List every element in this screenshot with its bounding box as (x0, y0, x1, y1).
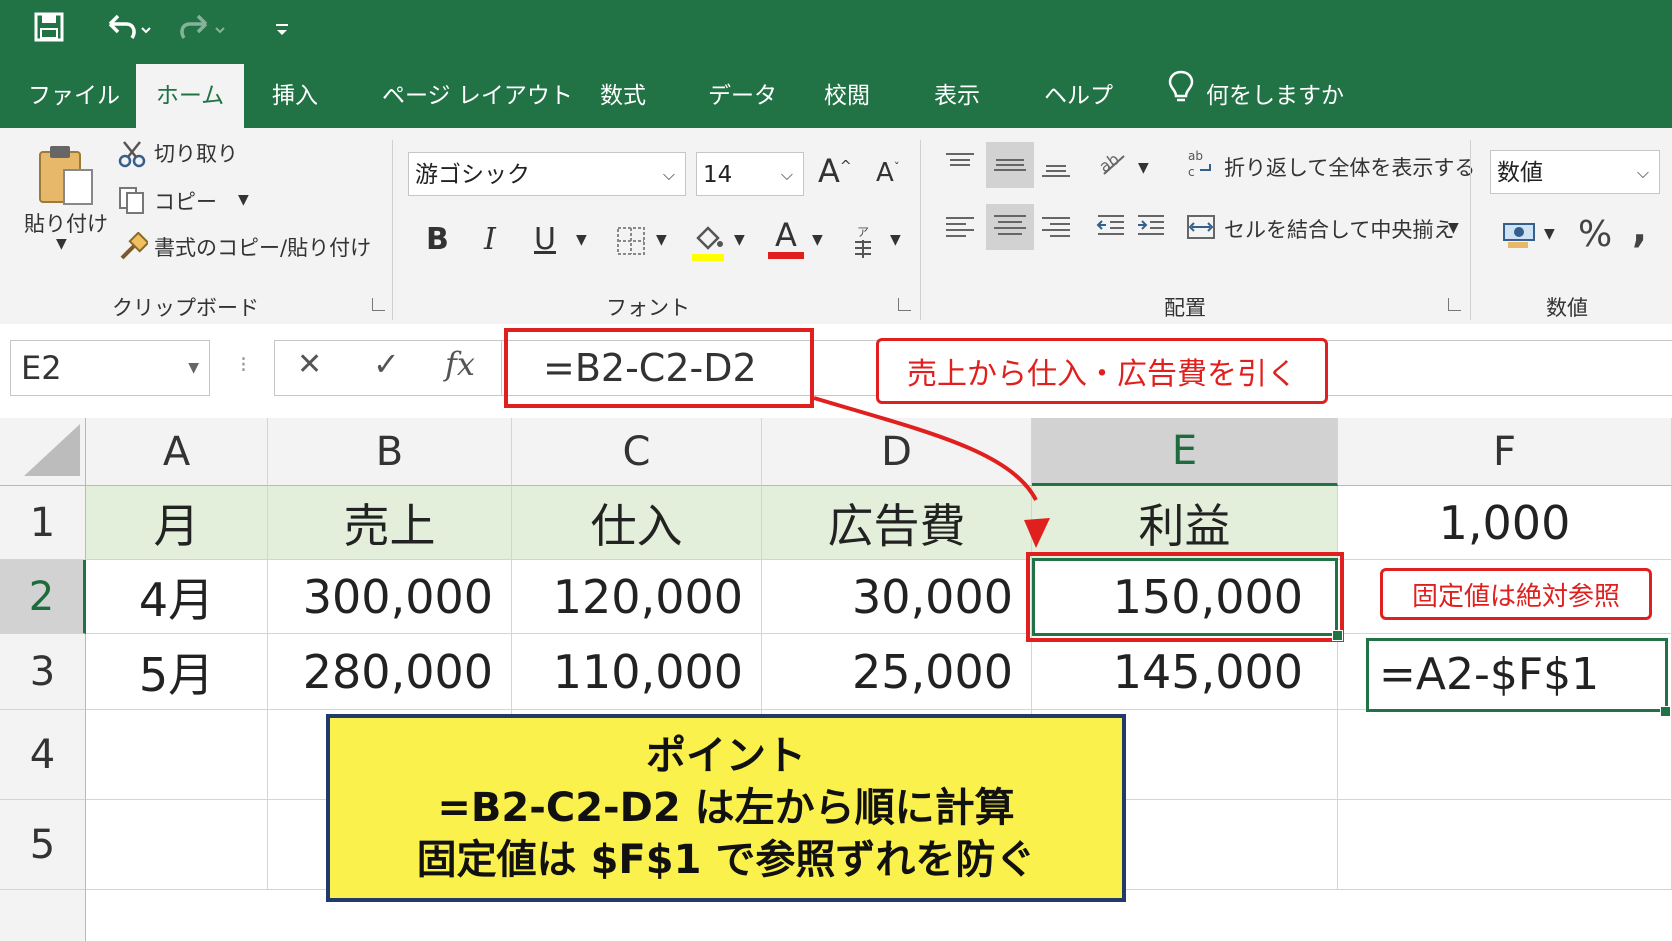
point-line-2: 固定値は $F$1 で参照ずれを防ぐ (416, 837, 1036, 883)
point-note-box: ポイント =B2-C2-D2 は左から順に計算 固定値は $F$1 で参照ずれを… (326, 714, 1126, 902)
point-line-1: =B2-C2-D2 は左から順に計算 (437, 785, 1015, 831)
point-title: ポイント (646, 733, 806, 779)
